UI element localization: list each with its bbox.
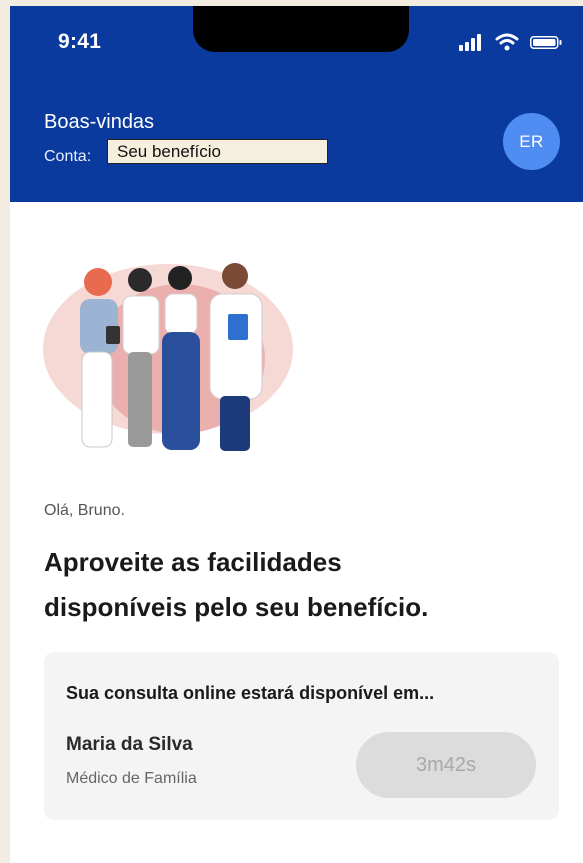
avatar[interactable]: ER (503, 113, 560, 170)
account-selector[interactable]: Seu benefício (107, 139, 328, 164)
page-title: Boas-vindas (44, 111, 155, 133)
device-notch (193, 6, 409, 52)
signal-icon (459, 33, 487, 51)
healthcare-team-illustration (40, 254, 300, 464)
countdown-button[interactable]: 3m42s (356, 732, 536, 798)
battery-icon (530, 36, 562, 49)
headline-line-1: Aproveite as facilidades (44, 547, 342, 577)
app-screen: 9:41 Boas-vindas Conta: Seu benefício ER… (10, 6, 583, 863)
wifi-icon (495, 33, 519, 51)
headline: Aproveite as facilidades disponíveis pel… (44, 540, 544, 630)
card-title: Sua consulta online estará disponível em… (66, 683, 435, 703)
status-time: 9:41 (58, 30, 102, 53)
headline-line-2: disponíveis pelo seu benefício. (44, 592, 429, 622)
doctor-role: Médico de Família (66, 770, 197, 787)
app-header: 9:41 Boas-vindas Conta: Seu benefício ER (10, 6, 583, 202)
account-label: Conta: (44, 148, 92, 165)
doctor-name: Maria da Silva (66, 734, 193, 755)
consultation-card[interactable]: Sua consulta online estará disponível em… (44, 652, 559, 820)
greeting-text: Olá, Bruno. (44, 502, 125, 519)
